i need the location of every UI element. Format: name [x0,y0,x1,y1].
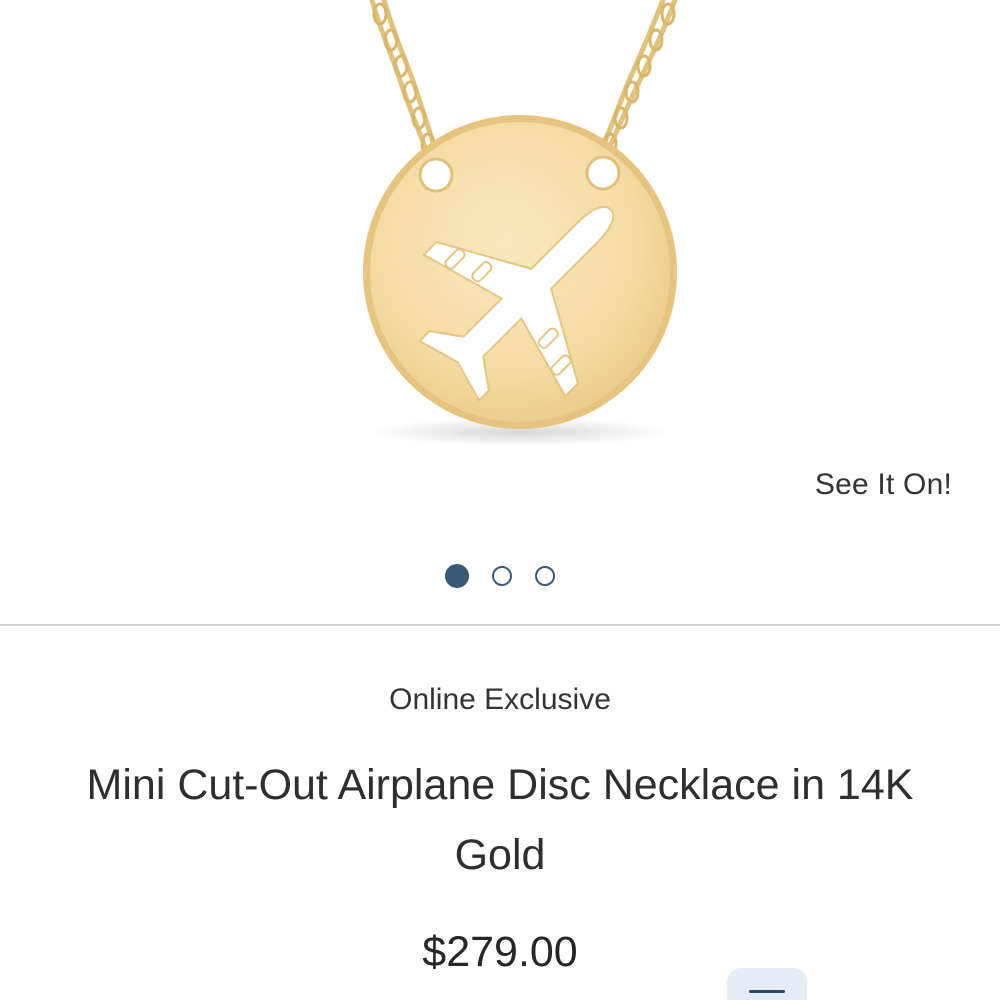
online-exclusive-badge: Online Exclusive [389,683,611,716]
necklace-image [363,0,678,446]
product-page: See It On! Online Exclusive Mini Cut-Out… [0,0,1000,1000]
carousel-dot-2[interactable] [492,566,512,586]
image-carousel-indicators [0,564,1000,588]
product-image[interactable] [0,0,1000,470]
section-divider [0,624,1000,626]
product-price: $279.00 [422,928,578,976]
product-title: Mini Cut-Out Airplane Disc Necklace in 1… [86,761,914,879]
see-it-on-link[interactable]: See It On! [815,468,952,502]
carousel-dot-3[interactable] [535,566,555,586]
carousel-dot-1[interactable] [445,564,469,588]
menu-icon [749,990,785,993]
floating-menu-button[interactable] [727,968,807,1000]
